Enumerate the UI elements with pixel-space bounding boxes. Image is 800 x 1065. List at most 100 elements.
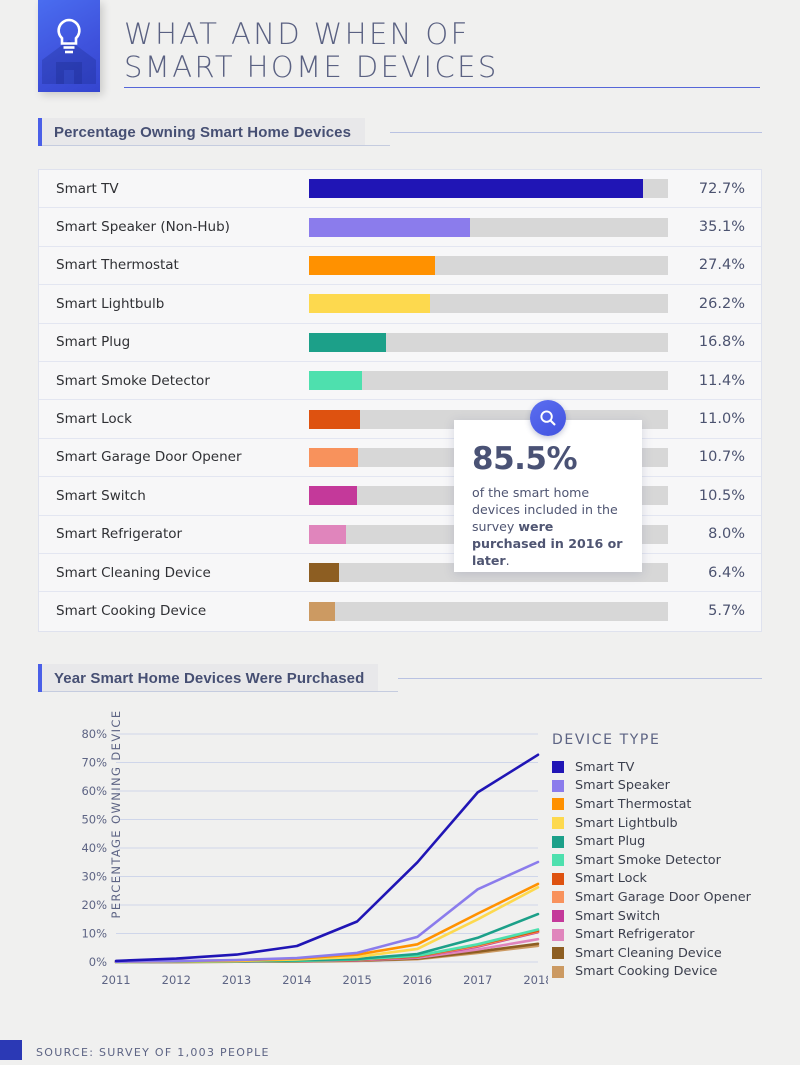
legend-item: Smart Cleaning Device <box>552 944 751 963</box>
legend-item: Smart Cooking Device <box>552 963 751 982</box>
legend-label: Smart TV <box>575 759 635 775</box>
bar-row: Smart Garage Door Opener 10.7% <box>39 439 761 478</box>
bar-row-label: Smart Plug <box>56 334 131 351</box>
bar-track <box>309 371 668 391</box>
bar-row-label: Smart Cleaning Device <box>56 564 211 581</box>
legend-label: Smart Lightbulb <box>575 815 678 831</box>
bar-row-label: Smart Lock <box>56 411 132 428</box>
legend-label: Smart Speaker <box>575 778 670 794</box>
bar-value-label: 27.4% <box>698 257 745 274</box>
legend-swatch <box>552 872 564 885</box>
bar-value-label: 72.7% <box>698 180 745 197</box>
y-axis-tick-label: 50% <box>81 813 107 827</box>
bar-row-label: Smart Switch <box>56 487 146 504</box>
bar-row: Smart Smoke Detector 11.4% <box>39 362 761 401</box>
legend-swatch <box>552 835 564 848</box>
bar-value-label: 16.8% <box>698 334 745 351</box>
legend-label: Smart Plug <box>575 834 646 850</box>
bar-row-label: Smart Lightbulb <box>56 295 165 312</box>
bar-row-label: Smart Garage Door Opener <box>56 449 242 466</box>
legend-label: Smart Smoke Detector <box>575 852 721 868</box>
legend-label: Smart Garage Door Opener <box>575 889 751 905</box>
magnifier-icon <box>530 400 566 436</box>
legend-label: Smart Thermostat <box>575 796 692 812</box>
x-axis-tick-label: 2014 <box>282 973 311 987</box>
page-title-line2: SMART HOME DEVICES <box>124 50 499 84</box>
infographic-page: WHAT AND WHEN OF SMART HOME DEVICES Perc… <box>0 0 800 1065</box>
bar-fill <box>309 486 358 506</box>
percentage-owning-bar-chart: Smart TV 72.7% Smart Speaker (Non-Hub) 35.1… <box>38 169 762 632</box>
y-axis-tick-label: 0% <box>89 955 107 969</box>
legend-swatch <box>552 761 564 774</box>
legend-swatch <box>552 947 564 960</box>
bar-track <box>309 255 668 275</box>
heading-label-bg: Percentage Owning Smart Home Devices <box>42 118 366 146</box>
page-title: WHAT AND WHEN OF SMART HOME DEVICES <box>124 18 499 84</box>
source-note: SOURCE: SURVEY OF 1,003 PEOPLE <box>36 1046 270 1059</box>
y-axis-tick-label: 20% <box>81 898 107 912</box>
bar-row: Smart Lock 11.0% <box>39 400 761 439</box>
line-series <box>114 753 540 963</box>
x-axis-tick-label: 2016 <box>403 973 432 987</box>
x-axis-tick-label: 2013 <box>222 973 251 987</box>
page-title-line1: WHAT AND WHEN OF <box>124 17 470 51</box>
bar-fill <box>309 179 644 199</box>
bar-value-label: 11.4% <box>698 372 745 389</box>
legend-title: DEVICE TYPE <box>552 732 661 748</box>
bar-row-label: Smart TV <box>56 180 119 197</box>
legend-item: Smart Smoke Detector <box>552 851 751 870</box>
heading-label-bg: Year Smart Home Devices Were Purchased <box>42 664 379 692</box>
bar-row-label: Smart Thermostat <box>56 257 179 274</box>
bar-fill <box>309 217 471 237</box>
x-axis-tick-label: 2011 <box>101 973 130 987</box>
legend-item: Smart Lock <box>552 870 751 889</box>
callout-text-part2: . <box>505 553 510 568</box>
year-purchased-line-chart: PERCENTAGE OWNING DEVICE 0% 10% 20% 30% 40% 5… <box>38 710 768 1007</box>
legend-swatch <box>552 854 564 867</box>
legend-swatch <box>552 891 564 904</box>
bar-row: Smart Refrigerator 8.0% <box>39 516 761 554</box>
x-axis-tick-label: 2012 <box>162 973 191 987</box>
callout-stat: 85.5% <box>472 441 578 477</box>
bar-row: Smart TV 72.7% <box>39 170 761 209</box>
legend-item: Smart Refrigerator <box>552 925 751 944</box>
bar-value-label: 26.2% <box>698 295 745 312</box>
y-axis-tick-label: 70% <box>81 756 107 770</box>
legend-item: Smart Lightbulb <box>552 814 751 833</box>
legend-label: Smart Lock <box>575 871 647 887</box>
bar-value-label: 8.0% <box>708 526 745 543</box>
footer-accent-mark <box>0 1040 22 1060</box>
callout-text: of the smart home devices included in th… <box>472 484 624 569</box>
bar-value-label: 5.7% <box>708 603 745 620</box>
bar-track <box>309 601 668 621</box>
legend-item: Smart Switch <box>552 907 751 926</box>
bar-value-label: 10.7% <box>698 449 745 466</box>
y-axis-tick-label: 10% <box>81 927 107 941</box>
bar-row-label: Smart Smoke Detector <box>56 372 210 389</box>
legend-label: Smart Cooking Device <box>575 964 718 980</box>
bar-row-label: Smart Speaker (Non-Hub) <box>56 219 230 236</box>
legend-label: Smart Cleaning Device <box>575 945 722 961</box>
y-axis-tick-label: 30% <box>81 870 107 884</box>
legend-label: Smart Refrigerator <box>575 927 695 943</box>
legend-label: Smart Switch <box>575 908 661 924</box>
y-axis-tick-label: 40% <box>81 841 107 855</box>
bar-row: Smart Cooking Device 5.7% <box>39 592 761 630</box>
bar-fill <box>309 524 346 544</box>
y-axis-title: PERCENTAGE OWNING DEVICE <box>109 709 123 919</box>
heading-rule <box>398 678 762 679</box>
x-axis-tick-label: 2018 <box>523 973 548 987</box>
bar-row: Smart Speaker (Non-Hub) 35.1% <box>39 208 761 247</box>
legend-item: Smart Speaker <box>552 777 751 796</box>
line-section-heading: Year Smart Home Devices Were Purchased <box>38 664 762 692</box>
header-divider <box>124 87 760 88</box>
x-axis-tick-label: 2015 <box>343 973 372 987</box>
legend-swatch <box>552 928 564 941</box>
legend-item: Smart Thermostat <box>552 795 751 814</box>
bar-track <box>309 179 668 199</box>
legend-swatch <box>552 798 564 811</box>
bar-fill <box>309 255 436 275</box>
x-axis-tick-label: 2017 <box>463 973 492 987</box>
legend-swatch <box>552 910 564 923</box>
y-axis-tick-label: 60% <box>81 784 107 798</box>
